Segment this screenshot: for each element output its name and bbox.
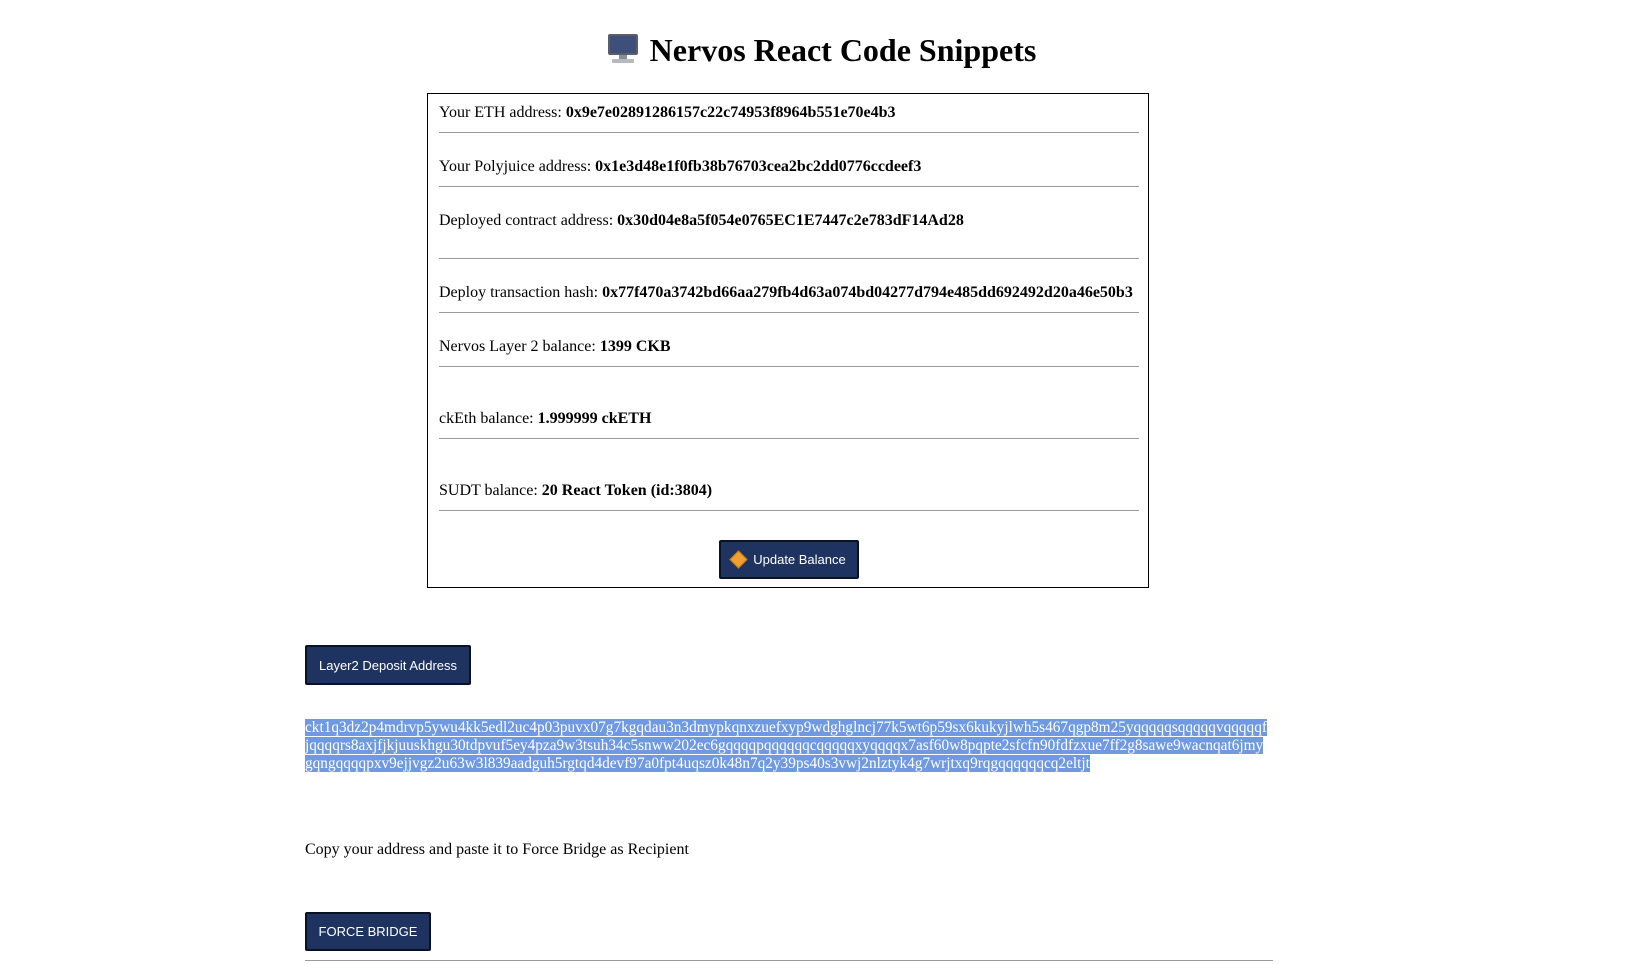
- divider: [439, 186, 1139, 187]
- update-balance-button[interactable]: Update Balance: [719, 540, 859, 579]
- contract-address-row: Deployed contract address: 0x30d04e8a5f0…: [439, 211, 1139, 231]
- update-balance-label: Update Balance: [753, 552, 846, 567]
- cketh-balance-label: ckEth balance:: [439, 410, 538, 427]
- divider: [439, 510, 1139, 511]
- page-title: Nervos React Code Snippets: [0, 28, 1642, 72]
- desktop-computer-icon: [607, 34, 638, 63]
- l2-balance-row: Nervos Layer 2 balance: 1399 CKB: [439, 337, 1139, 357]
- sudt-balance-row: SUDT balance: 20 React Token (id:3804): [439, 481, 1139, 501]
- force-bridge-button[interactable]: FORCE BRIDGE: [305, 912, 431, 951]
- deploy-tx-value: 0x77f470a3742bd66aa279fb4d63a074bd04277d…: [602, 284, 1133, 301]
- polyjuice-address-label: Your Polyjuice address:: [439, 158, 596, 175]
- eth-address-label: Your ETH address:: [439, 104, 566, 121]
- deploy-tx-label: Deploy transaction hash:: [439, 284, 603, 301]
- layer2-deposit-address-button[interactable]: Layer2 Deposit Address: [305, 645, 471, 685]
- divider: [439, 312, 1139, 313]
- divider: [439, 438, 1139, 439]
- divider: [439, 258, 1139, 259]
- polyjuice-address-row: Your Polyjuice address: 0x1e3d48e1f0fb38…: [439, 157, 1139, 177]
- divider: [439, 366, 1139, 367]
- eth-address-value: 0x9e7e02891286157c22c74953f8964b551e70e4…: [565, 104, 896, 121]
- cketh-balance-value: 1.999999 ckETH: [537, 410, 652, 427]
- l2-balance-value: 1399 CKB: [599, 338, 671, 355]
- l2-balance-label: Nervos Layer 2 balance:: [439, 338, 600, 355]
- eth-address-row: Your ETH address: 0x9e7e02891286157c22c7…: [439, 103, 1139, 123]
- divider: [439, 132, 1139, 133]
- deploy-tx-row: Deploy transaction hash: 0x77f470a3742bd…: [439, 283, 1139, 303]
- account-info-card: Your ETH address: 0x9e7e02891286157c22c7…: [427, 93, 1149, 588]
- contract-address-label: Deployed contract address:: [439, 212, 618, 229]
- orange-diamond-icon: [729, 550, 748, 569]
- deposit-address-text[interactable]: ckt1q3dz2p4mdrvp5ywu4kk5edl2uc4p03puvx07…: [305, 719, 1270, 773]
- deposit-address-selection[interactable]: ckt1q3dz2p4mdrvp5ywu4kk5edl2uc4p03puvx07…: [305, 719, 1267, 772]
- layer2-deposit-address-label: Layer2 Deposit Address: [318, 657, 458, 673]
- sudt-balance-label: SUDT balance:: [439, 482, 542, 499]
- polyjuice-address-value: 0x1e3d48e1f0fb38b76703cea2bc2dd0776ccdee…: [595, 158, 922, 175]
- force-bridge-instruction: Copy your address and paste it to Force …: [305, 841, 689, 858]
- sudt-balance-value: 20 React Token (id:3804): [541, 482, 713, 499]
- divider: [305, 960, 1273, 961]
- page-title-text: Nervos React Code Snippets: [649, 32, 1037, 68]
- contract-address-value: 0x30d04e8a5f054e0765EC1E7447c2e783dF14Ad…: [617, 212, 964, 229]
- cketh-balance-row: ckEth balance: 1.999999 ckETH: [439, 409, 1139, 429]
- force-bridge-label: FORCE BRIDGE: [318, 924, 418, 939]
